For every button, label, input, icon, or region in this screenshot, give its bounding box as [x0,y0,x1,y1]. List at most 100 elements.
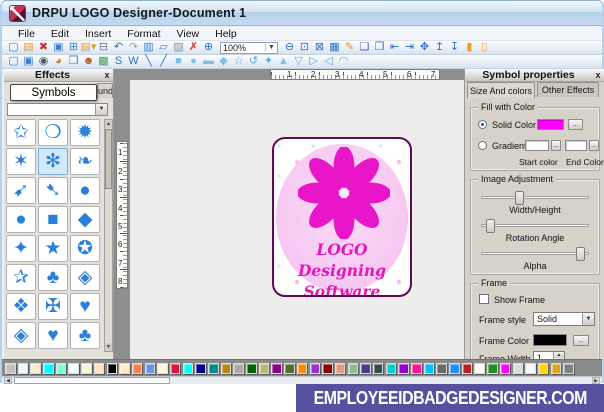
frame-style-select[interactable]: Solid ▼ [533,312,595,326]
send-to-back-button[interactable]: ❐ [372,41,387,54]
pencil-line-button[interactable]: ╱ [156,55,171,68]
menu-edit[interactable]: Edit [43,28,77,40]
symbol-square-star[interactable]: ✰ [6,264,36,291]
arc-button[interactable]: ◠ [336,55,351,68]
color-swatch[interactable] [169,362,181,374]
line-tool-button[interactable]: ╲ [141,55,156,68]
color-swatch[interactable] [525,362,536,374]
skew-text-button[interactable]: S [111,55,126,68]
color-swatch[interactable] [512,362,523,374]
color-swatch[interactable] [322,362,333,374]
symbol-sparkle[interactable]: ✦ [6,235,36,262]
ellipse-button[interactable]: ● [186,55,201,68]
triangle-right-button[interactable]: ▷ [306,55,321,68]
horizontal-scrollbar[interactable]: ◀ ▶ [2,376,602,384]
symbol-square[interactable]: ■ [38,206,68,233]
scroll-right-icon[interactable]: ▶ [592,377,600,384]
symbol-diamond-outline-star[interactable]: ◈ [70,264,100,291]
triangle-left-button[interactable]: ◁ [321,55,336,68]
triangle-down-button[interactable]: ▽ [291,55,306,68]
copy-button[interactable]: ▱ [156,41,171,54]
symbol-diamond[interactable]: ◆ [70,206,100,233]
unlock-button[interactable]: ▯ [477,41,492,54]
slider-thumb[interactable] [575,247,585,261]
color-swatch[interactable] [563,362,574,374]
color-wheel-button[interactable]: ◕ [51,55,66,68]
new-document-button[interactable]: ▢ [6,41,21,54]
color-swatch[interactable] [360,362,371,374]
alpha-slider[interactable] [481,247,589,261]
gradient-radio[interactable] [478,141,487,150]
logo-design-object[interactable]: LOGO Designing Software [272,137,412,297]
align-top-button[interactable]: ↥ [432,41,447,54]
solid-color-radio[interactable] [478,120,487,129]
gradient-end-swatch[interactable] [565,140,587,151]
color-swatch[interactable] [461,362,473,374]
symbols-scrollbar[interactable]: ▲ ▼ [104,119,113,352]
menu-format[interactable]: Format [119,28,168,40]
delete-button[interactable]: ✗ [186,41,201,54]
open-folder-button[interactable]: ▤ [21,41,36,54]
menu-view[interactable]: View [169,28,208,40]
paste-button[interactable]: ▨ [171,41,186,54]
insert-document-button[interactable]: ▢ [6,55,21,68]
undo-button[interactable]: ↶ [111,41,126,54]
symbol-dashed-circle[interactable]: ❍ [38,119,68,146]
color-swatch[interactable] [55,362,67,374]
lock-button[interactable]: ▮ [462,41,477,54]
color-swatch[interactable] [119,362,130,374]
gradient-end-picker-button[interactable]: ... [589,140,599,151]
color-swatch[interactable] [537,362,549,374]
redo-button[interactable]: ↷ [126,41,141,54]
color-swatch[interactable] [474,362,485,374]
tab-other-effects[interactable]: Other Effects [537,82,599,97]
triangle-up-button[interactable]: ▲ [276,55,291,68]
color-swatch[interactable] [195,362,206,374]
rectangle-button[interactable]: ■ [171,55,186,68]
zoom-in-button[interactable]: ⊕ [201,41,216,54]
rotation-angle-slider[interactable] [481,219,589,233]
align-left-button[interactable]: ⇤ [387,41,402,54]
slider-thumb[interactable] [486,219,496,233]
color-swatch[interactable] [182,362,194,374]
color-swatch[interactable] [372,362,384,374]
symbol-diamond-sparkle[interactable]: ❖ [6,293,36,320]
symbol-star-outline[interactable]: ✩ [6,119,36,146]
symbol-circle-star[interactable]: ✪ [70,235,100,262]
save-all-button[interactable]: ⊞ [66,41,81,54]
camera-button[interactable]: ◉ [36,55,51,68]
import-image-button[interactable]: ▥ [141,41,156,54]
symbol-ellipse[interactable]: ● [6,206,36,233]
color-swatch[interactable] [284,362,295,374]
frame-color-picker-button[interactable]: ... [573,335,589,346]
close-document-button[interactable]: ✖ [36,41,51,54]
symbol-heart-2[interactable]: ♥ [38,322,68,349]
menu-help[interactable]: Help [207,28,245,40]
slider-thumb[interactable] [515,191,525,205]
color-swatch[interactable] [411,362,422,374]
color-swatch[interactable] [309,362,320,374]
print-button[interactable]: ⊟ [96,41,111,54]
color-swatch[interactable] [233,362,244,374]
color-swatch[interactable] [131,362,143,374]
color-swatch[interactable] [220,362,232,374]
actual-size-button[interactable]: ⊡ [297,41,312,54]
align-center-button[interactable]: ✥ [417,41,432,54]
spiral-button[interactable]: ↺ [246,55,261,68]
symbol-egg[interactable]: ● [70,177,100,204]
symbol-club[interactable]: ♣ [38,264,68,291]
library-button[interactable]: ❒ [66,55,81,68]
tab-backgrounds[interactable]: unds [97,83,113,98]
canvas-area[interactable]: 1 2 3 4 5 6 7 1 2 3 4 5 6 7 8 LOGO Designing Software [114,69,464,359]
width-height-slider[interactable] [481,191,589,205]
symbol-leaf-swoosh[interactable]: ❧ [70,148,100,175]
color-swatch[interactable] [246,362,257,374]
solid-color-swatch[interactable] [537,119,564,130]
zoom-out-button[interactable]: ⊖ [282,41,297,54]
symbol-six-point-star[interactable]: ✶ [6,148,36,175]
word-art-button[interactable]: W [126,55,141,68]
color-swatch[interactable] [258,362,270,374]
menu-insert[interactable]: Insert [77,28,119,40]
scroll-down-icon[interactable]: ▼ [105,343,112,351]
solid-color-picker-button[interactable]: ... [568,119,583,130]
